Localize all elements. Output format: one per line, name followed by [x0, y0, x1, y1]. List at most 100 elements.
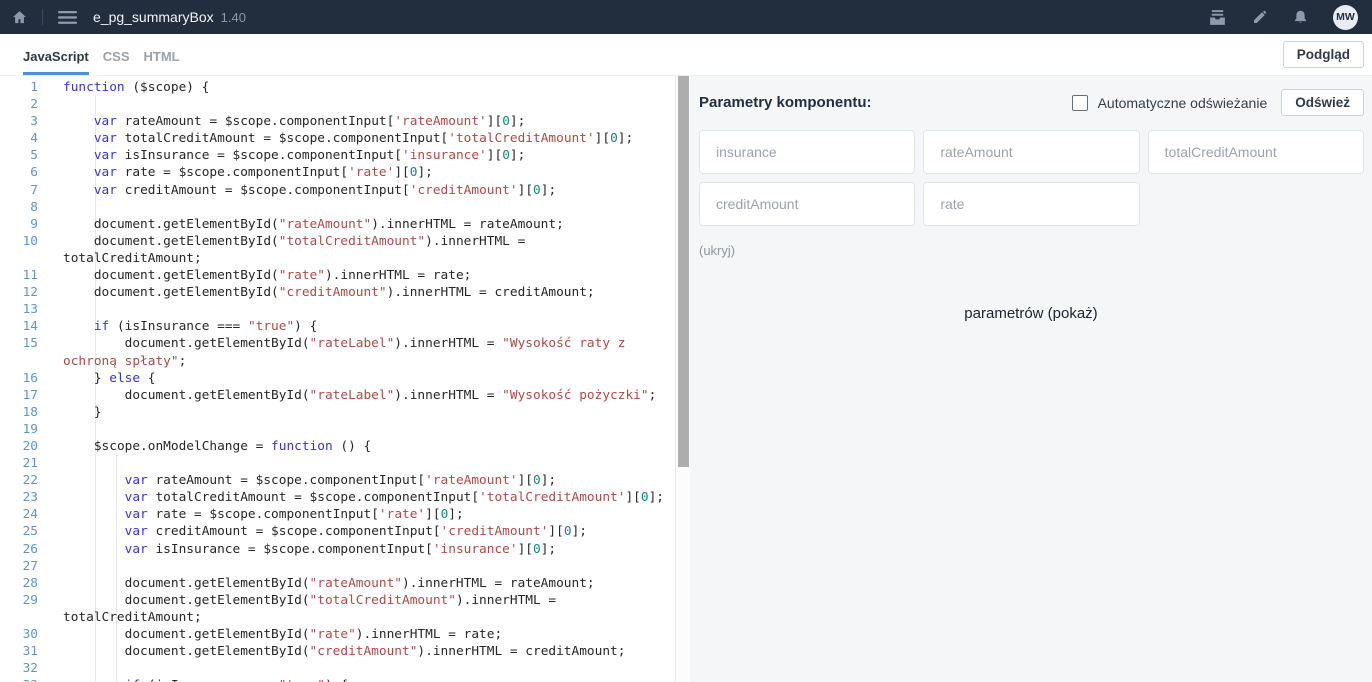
code-text[interactable]: var isInsurance = $scope.componentInput[… — [63, 541, 672, 558]
line-number: 11 — [0, 267, 38, 284]
code-text[interactable]: if (isInsurance === "true") { — [63, 318, 672, 335]
code-line: 16 } else { — [0, 370, 675, 387]
tab-css[interactable]: CSS — [103, 34, 130, 75]
code-line: 4 var totalCreditAmount = $scope.compone… — [0, 130, 675, 147]
code-line: 8 — [0, 199, 675, 216]
code-line: 27 — [0, 558, 675, 575]
code-text[interactable]: document.getElementById("rateAmount").in… — [63, 575, 672, 592]
code-line: 32 — [0, 660, 675, 677]
line-number: 16 — [0, 370, 38, 387]
param-input-totalCreditAmount[interactable] — [1148, 130, 1364, 174]
code-line: 3 var rateAmount = $scope.componentInput… — [0, 113, 675, 130]
param-input-rate[interactable] — [923, 182, 1139, 226]
line-number: 23 — [0, 489, 38, 506]
line-number: 13 — [0, 301, 38, 318]
code-text[interactable]: document.getElementById("rate").innerHTM… — [63, 626, 672, 643]
params-panel: Parametry komponentu: Automatyczne odświ… — [690, 76, 1372, 682]
code-text[interactable]: document.getElementById("rate").innerHTM… — [63, 267, 672, 284]
top-navbar: e_pg_summaryBox 1.40 MW — [0, 0, 1372, 34]
code-line: 7 var creditAmount = $scope.componentInp… — [0, 182, 675, 199]
param-input-insurance[interactable] — [699, 130, 915, 174]
code-text[interactable]: document.getElementById("totalCreditAmou… — [63, 233, 672, 267]
hide-params-link[interactable]: (ukryj) — [699, 243, 735, 258]
code-text[interactable]: document.getElementById("totalCreditAmou… — [63, 592, 672, 626]
line-number: 19 — [0, 421, 38, 438]
code-line: 33 if (isInsurance === "true") { — [0, 677, 675, 682]
param-input-rateAmount[interactable] — [923, 130, 1139, 174]
line-number: 27 — [0, 558, 38, 575]
code-text[interactable]: var totalCreditAmount = $scope.component… — [63, 130, 672, 147]
code-line: 22 var rateAmount = $scope.componentInpu… — [0, 472, 675, 489]
tab-html[interactable]: HTML — [144, 34, 180, 75]
home-icon[interactable] — [12, 10, 27, 25]
line-number: 21 — [0, 455, 38, 472]
code-text[interactable]: document.getElementById("creditAmount").… — [63, 643, 672, 660]
code-text[interactable]: document.getElementById("rateAmount").in… — [63, 216, 672, 233]
code-line: 30 document.getElementById("rate").inner… — [0, 626, 675, 643]
line-number: 26 — [0, 541, 38, 558]
line-number: 9 — [0, 216, 38, 233]
code-line: 21 — [0, 455, 675, 472]
code-line: 26 var isInsurance = $scope.componentInp… — [0, 541, 675, 558]
code-line: 24 var rate = $scope.componentInput['rat… — [0, 506, 675, 523]
param-input-creditAmount[interactable] — [699, 182, 915, 226]
scrollbar-thumb[interactable] — [678, 76, 689, 467]
line-number: 17 — [0, 387, 38, 404]
code-text[interactable]: document.getElementById("creditAmount").… — [63, 284, 672, 301]
code-line: 17 document.getElementById("rateLabel").… — [0, 387, 675, 404]
line-number: 32 — [0, 660, 38, 677]
code-text[interactable]: var creditAmount = $scope.componentInput… — [63, 523, 672, 540]
code-text[interactable]: var rate = $scope.componentInput['rate']… — [63, 506, 672, 523]
line-number: 4 — [0, 130, 38, 147]
editor-tabbar: JavaScript CSS HTML Podgląd — [0, 34, 1372, 76]
code-text[interactable]: var rate = $scope.componentInput['rate']… — [63, 164, 672, 181]
code-text[interactable]: if (isInsurance === "true") { — [63, 677, 672, 682]
code-text[interactable]: } else { — [63, 370, 672, 387]
bell-icon[interactable] — [1293, 9, 1308, 25]
line-number: 18 — [0, 404, 38, 421]
editor-scrollbar[interactable] — [675, 76, 690, 682]
menu-icon[interactable] — [58, 10, 77, 25]
code-text[interactable]: var totalCreditAmount = $scope.component… — [63, 489, 672, 506]
code-text[interactable]: var rateAmount = $scope.componentInput['… — [63, 113, 672, 130]
code-text[interactable]: $scope.onModelChange = function () { — [63, 438, 672, 455]
code-text[interactable]: function ($scope) { — [63, 79, 672, 96]
inbox-icon[interactable] — [1208, 9, 1227, 26]
code-text[interactable]: document.getElementById("rateLabel").inn… — [63, 335, 672, 369]
code-line: 2 — [0, 96, 675, 113]
line-number: 22 — [0, 472, 38, 489]
code-line: 28 document.getElementById("rateAmount")… — [0, 575, 675, 592]
auto-refresh-label: Automatyczne odświeżanie — [1098, 95, 1268, 111]
code-line: 14 if (isInsurance === "true") { — [0, 318, 675, 335]
code-line: 25 var creditAmount = $scope.componentIn… — [0, 523, 675, 540]
edit-icon[interactable] — [1252, 9, 1268, 25]
code-line: 1function ($scope) { — [0, 79, 675, 96]
code-line: 12 document.getElementById("creditAmount… — [0, 284, 675, 301]
line-number: 2 — [0, 96, 38, 113]
line-number: 25 — [0, 523, 38, 540]
code-text[interactable]: document.getElementById("rateLabel").inn… — [63, 387, 672, 404]
params-grid — [699, 130, 1364, 226]
refresh-button[interactable]: Odśwież — [1281, 89, 1364, 116]
line-number: 20 — [0, 438, 38, 455]
code-editor[interactable]: 1function ($scope) {23 var rateAmount = … — [0, 76, 690, 682]
code-line: 13 — [0, 301, 675, 318]
code-line: 9 document.getElementById("rateAmount").… — [0, 216, 675, 233]
user-avatar[interactable]: MW — [1333, 5, 1358, 30]
params-panel-title: Parametry komponentu: — [699, 94, 872, 111]
code-line: 23 var totalCreditAmount = $scope.compon… — [0, 489, 675, 506]
code-text[interactable]: var creditAmount = $scope.componentInput… — [63, 182, 672, 199]
code-text[interactable]: } — [63, 404, 672, 421]
component-preview-text[interactable]: parametrów (pokaż) — [690, 305, 1372, 322]
code-line: 6 var rate = $scope.componentInput['rate… — [0, 164, 675, 181]
preview-button[interactable]: Podgląd — [1283, 41, 1364, 68]
tab-javascript[interactable]: JavaScript — [23, 34, 89, 75]
component-version: 1.40 — [221, 10, 246, 25]
code-text[interactable]: var isInsurance = $scope.componentInput[… — [63, 147, 672, 164]
auto-refresh-checkbox[interactable] — [1072, 95, 1088, 111]
code-text[interactable]: var rateAmount = $scope.componentInput['… — [63, 472, 672, 489]
code-line: 11 document.getElementById("rate").inner… — [0, 267, 675, 284]
line-number: 3 — [0, 113, 38, 130]
code-line: 18 } — [0, 404, 675, 421]
code-line: 31 document.getElementById("creditAmount… — [0, 643, 675, 660]
